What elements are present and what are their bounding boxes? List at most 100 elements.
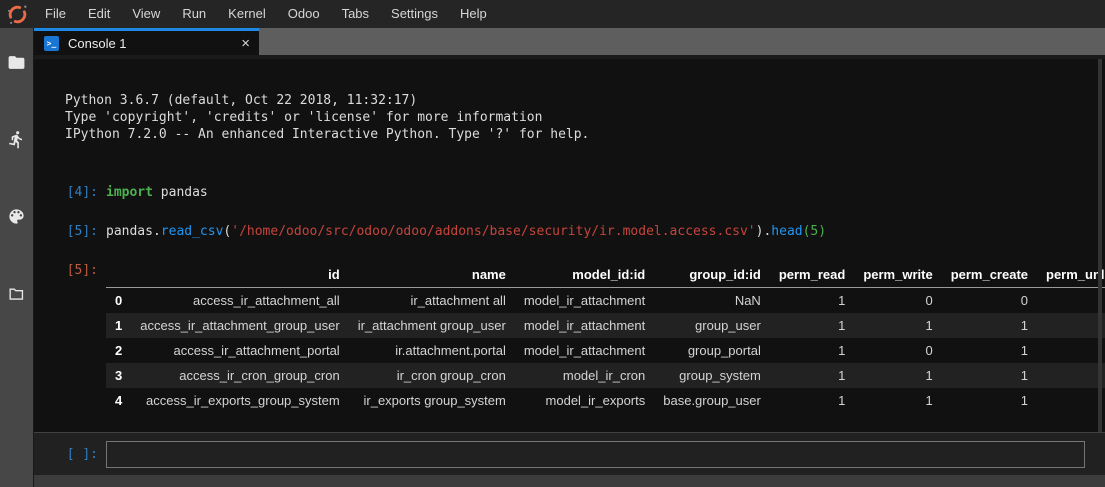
table-row: 1access_ir_attachment_group_userir_attac… [106, 313, 1105, 338]
code-cell-0: [4]:import pandas [34, 184, 1105, 201]
dataframe-table: idnamemodel_id:idgroup_id:idperm_readper… [106, 262, 1105, 413]
table-cell: ir_exports group_system [349, 388, 515, 413]
table-cell: access_ir_attachment_all [131, 288, 348, 314]
table-cell: model_ir_attachment [515, 338, 654, 363]
main-area: >_ Console 1 × Python 3.6.7 (default, Oc… [0, 28, 1105, 487]
column-header [106, 262, 131, 288]
table-row: 0access_ir_attachment_allir_attachment a… [106, 288, 1105, 314]
row-index: 1 [106, 313, 131, 338]
output-prompt: [5]: [34, 262, 106, 413]
tab-bar: >_ Console 1 × [34, 28, 1105, 55]
code-cell-1: [5]:pandas.read_csv('/home/odoo/src/odoo… [34, 223, 1105, 240]
column-header: perm_read [770, 262, 854, 288]
banner-line: IPython 7.2.0 -- An enhanced Interactive… [65, 126, 1105, 143]
menu-view[interactable]: View [121, 0, 171, 28]
table-cell: 1 [770, 338, 854, 363]
left-sidebar [0, 28, 33, 487]
table-cell: ir_cron group_cron [349, 363, 515, 388]
file-browser-icon[interactable] [7, 52, 27, 72]
menubar-items: FileEditViewRunKernelOdooTabsSettingsHel… [34, 0, 498, 28]
command-palette-icon[interactable] [7, 206, 27, 226]
cell-prompt: [4]: [34, 184, 106, 201]
table-cell: model_ir_attachment [515, 313, 654, 338]
table-row: 4access_ir_exports_group_systemir_export… [106, 388, 1105, 413]
tab-console-1[interactable]: >_ Console 1 × [34, 28, 259, 55]
menu-kernel[interactable]: Kernel [217, 0, 277, 28]
column-header: perm_create [942, 262, 1037, 288]
table-cell: 1 [942, 338, 1037, 363]
table-cell: 1 [770, 313, 854, 338]
output-cell: [5]: idnamemodel_id:idgroup_id:idperm_re… [34, 262, 1105, 413]
menu-help[interactable]: Help [449, 0, 498, 28]
console-icon: >_ [44, 36, 59, 51]
table-cell: 1 [1037, 313, 1105, 338]
console-input-cell: [ ]: [34, 432, 1105, 475]
input-prompt: [ ]: [34, 446, 106, 463]
row-index: 2 [106, 338, 131, 363]
table-cell: access_ir_attachment_portal [131, 338, 348, 363]
table-cell: 0 [1037, 338, 1105, 363]
vertical-scrollbar[interactable] [1098, 59, 1102, 432]
menu-file[interactable]: File [34, 0, 77, 28]
table-cell: access_ir_attachment_group_user [131, 313, 348, 338]
menu-settings[interactable]: Settings [380, 0, 449, 28]
cell-prompt: [5]: [34, 223, 106, 240]
console-input[interactable] [106, 441, 1085, 468]
table-cell: 0 [942, 288, 1037, 314]
table-cell: 1 [942, 363, 1037, 388]
dock-panel: >_ Console 1 × Python 3.6.7 (default, Oc… [33, 28, 1105, 487]
column-header: perm_unlink [1037, 262, 1105, 288]
table-cell: 1 [1037, 388, 1105, 413]
column-header: perm_write [854, 262, 941, 288]
table-cell: 1 [770, 363, 854, 388]
console-content: Python 3.6.7 (default, Oct 22 2018, 11:3… [34, 59, 1105, 432]
odoo-logo-svg [6, 3, 29, 26]
menubar: FileEditViewRunKernelOdooTabsSettingsHel… [0, 0, 1105, 28]
table-cell: model_ir_cron [515, 363, 654, 388]
column-header: group_id:id [654, 262, 770, 288]
table-cell: NaN [654, 288, 770, 314]
console-panel: Python 3.6.7 (default, Oct 22 2018, 11:3… [34, 55, 1105, 487]
table-cell: 1 [854, 363, 941, 388]
menu-tabs[interactable]: Tabs [331, 0, 380, 28]
table-cell: group_system [654, 363, 770, 388]
table-cell: 0 [854, 288, 941, 314]
table-cell: ir_attachment group_user [349, 313, 515, 338]
menu-run[interactable]: Run [171, 0, 217, 28]
menu-odoo[interactable]: Odoo [277, 0, 331, 28]
table-cell: 0 [854, 338, 941, 363]
table-cell: group_user [654, 313, 770, 338]
cell-code: pandas.read_csv('/home/odoo/src/odoo/odo… [106, 223, 826, 240]
table-row: 3access_ir_cron_group_cronir_cron group_… [106, 363, 1105, 388]
table-cell: access_ir_exports_group_system [131, 388, 348, 413]
table-cell: 1 [770, 388, 854, 413]
odoo-sh-logo-icon[interactable] [0, 3, 34, 26]
banner-line: Type 'copyright', 'credits' or 'license'… [65, 109, 1105, 126]
row-index: 4 [106, 388, 131, 413]
row-index: 0 [106, 288, 131, 314]
table-cell: 1 [770, 288, 854, 314]
table-cell: group_portal [654, 338, 770, 363]
menu-edit[interactable]: Edit [77, 0, 121, 28]
table-cell: model_ir_attachment [515, 288, 654, 314]
console-cells: [4]:import pandas [5]:pandas.read_csv('/h… [34, 184, 1105, 240]
column-header: id [131, 262, 348, 288]
table-cell: access_ir_cron_group_cron [131, 363, 348, 388]
tab-close-icon[interactable]: × [241, 36, 250, 51]
table-cell: model_ir_exports [515, 388, 654, 413]
running-sessions-icon[interactable] [7, 129, 27, 149]
table-cell: 1 [854, 313, 941, 338]
table-cell: 1 [942, 388, 1037, 413]
table-cell: 1 [854, 388, 941, 413]
table-cell: 0 [1037, 288, 1105, 314]
column-header: model_id:id [515, 262, 654, 288]
tab-title: Console 1 [68, 36, 241, 51]
table-cell: 1 [1037, 363, 1105, 388]
table-row: 2access_ir_attachment_portalir.attachmen… [106, 338, 1105, 363]
ipython-banner: Python 3.6.7 (default, Oct 22 2018, 11:3… [65, 92, 1105, 143]
open-tabs-icon[interactable] [7, 283, 27, 303]
banner-line: Python 3.6.7 (default, Oct 22 2018, 11:3… [65, 92, 1105, 109]
bottom-strip [34, 475, 1105, 487]
table-cell: ir_attachment all [349, 288, 515, 314]
table-cell: base.group_user [654, 388, 770, 413]
